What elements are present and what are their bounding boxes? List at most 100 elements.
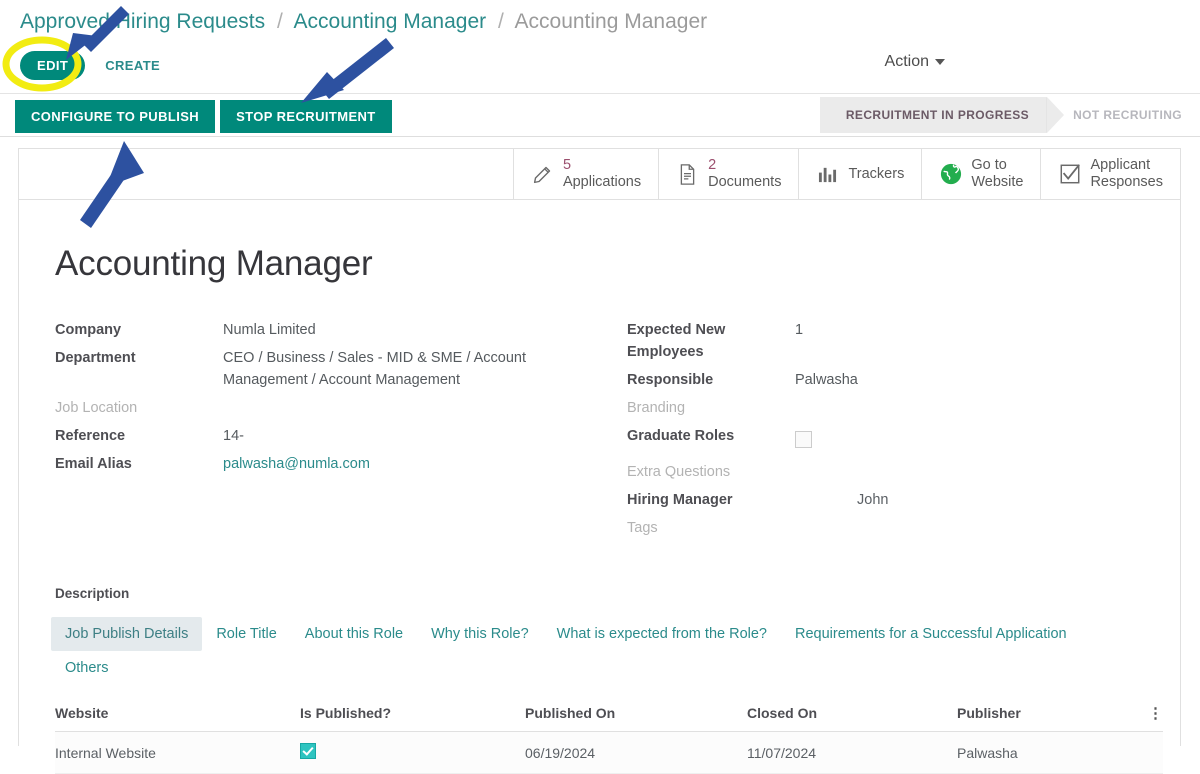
stat-button-label: Applications (562, 174, 642, 190)
column-header-closed-on[interactable]: Closed On (747, 697, 957, 732)
field-extra-questions: Extra Questions (627, 458, 1147, 486)
pencil-icon (531, 163, 554, 186)
field-reference: Reference 14- (55, 422, 627, 450)
description-tabs: Job Publish Details Role Title About thi… (51, 617, 1141, 685)
stat-button-text: 5 Applications (563, 157, 641, 191)
breadcrumb: Approved Hiring Requests / Accounting Ma… (20, 8, 707, 36)
stat-button-text: 2 Documents (708, 157, 781, 191)
breadcrumb-item-current: Accounting Manager (514, 10, 708, 33)
tab-role-title[interactable]: Role Title (202, 617, 290, 651)
breadcrumb-separator: / (276, 10, 283, 33)
action-dropdown[interactable]: Action (885, 53, 945, 71)
create-button[interactable]: CREATE (93, 51, 172, 80)
field-hiring-manager: Hiring Manager John (627, 486, 1147, 514)
field-expected-new-employees: Expected New Employees 1 (627, 316, 1147, 366)
field-label: Reference (55, 428, 126, 444)
edit-button[interactable]: EDIT (20, 50, 86, 80)
stat-button-label-line1: Applicant (1090, 157, 1151, 173)
stat-button-count: 5 (562, 157, 572, 173)
description-section-label: Description (55, 586, 130, 601)
record-command-row: EDIT CREATE (20, 50, 172, 80)
cell-is-published (300, 731, 525, 774)
tab-job-publish-details[interactable]: Job Publish Details (51, 617, 203, 651)
stat-button-count: 2 (708, 157, 717, 173)
status-stage-recruitment-in-progress[interactable]: RECRUITMENT IN PROGRESS (819, 97, 1065, 133)
field-branding: Branding (627, 394, 1147, 422)
page-title: Accounting Manager (55, 244, 373, 283)
stat-button-label-line2: Responses (1090, 174, 1163, 190)
field-tags: Tags (627, 514, 1147, 542)
tab-about-this-role[interactable]: About this Role (291, 617, 417, 651)
stat-button-label: Trackers (848, 165, 905, 182)
cell-options (1129, 731, 1163, 774)
stat-button-go-to-website[interactable]: Go to Website (921, 149, 1041, 199)
action-dropdown-label: Action (884, 53, 929, 70)
stat-button-applicant-responses[interactable]: Applicant Responses (1040, 149, 1180, 199)
field-department: Department CEO / Business / Sales - MID … (55, 344, 627, 394)
stat-button-text: Applicant Responses (1090, 157, 1163, 191)
document-icon (676, 163, 699, 186)
bar-chart-icon (816, 163, 839, 186)
field-value[interactable]: 14- (223, 422, 244, 450)
table-header-row: Website Is Published? Published On Close… (55, 697, 1163, 732)
field-value[interactable]: Numla Limited (223, 316, 316, 344)
column-options-header: ⋮ (1129, 697, 1163, 732)
table-row[interactable]: Internal Website 06/19/2024 11/07/2024 P… (55, 731, 1163, 774)
field-value[interactable]: palwasha@numla.com (223, 450, 370, 478)
form-column-left: Company Numla Limited Department CEO / B… (55, 316, 627, 542)
status-stage-label: RECRUITMENT IN PROGRESS (845, 108, 1030, 122)
status-pipeline: RECRUITMENT IN PROGRESS NOT RECRUITING (819, 97, 1200, 133)
vertical-dots-icon[interactable]: ⋮ (1148, 706, 1163, 721)
field-label: Expected New Employees (627, 322, 726, 360)
breadcrumb-separator: / (497, 10, 504, 33)
stat-button-trackers[interactable]: Trackers (798, 149, 922, 199)
column-header-website[interactable]: Website (55, 697, 300, 732)
stat-button-applications[interactable]: 5 Applications (512, 149, 659, 199)
field-label: Graduate Roles (627, 428, 735, 444)
record-sheet: 5 Applications 2 Documents Trackers Go t… (18, 148, 1181, 774)
cell-closed-on: 11/07/2024 (747, 731, 957, 774)
hiring-manager-tag[interactable]: John (795, 486, 888, 514)
stat-button-label-line1: Go to (971, 157, 1007, 173)
column-header-is-published[interactable]: Is Published? (300, 697, 525, 732)
field-value[interactable]: Palwasha (795, 366, 858, 394)
graduate-roles-checkbox[interactable] (795, 431, 812, 448)
column-header-published-on[interactable]: Published On (525, 697, 747, 732)
tab-requirements[interactable]: Requirements for a Successful Applicatio… (781, 617, 1081, 651)
field-label: Branding (627, 400, 686, 416)
checkbox-check-icon (1058, 163, 1081, 186)
tab-what-is-expected[interactable]: What is expected from the Role? (543, 617, 781, 651)
stat-button-documents[interactable]: 2 Documents (658, 149, 799, 199)
field-label: Email Alias (55, 456, 132, 472)
tab-why-this-role[interactable]: Why this Role? (417, 617, 543, 651)
field-label: Tags (627, 520, 658, 536)
stop-recruitment-button[interactable]: STOP RECRUITMENT (220, 100, 392, 133)
field-company: Company Numla Limited (55, 316, 627, 344)
breadcrumb-item-1[interactable]: Accounting Manager (294, 10, 487, 33)
field-value[interactable]: CEO / Business / Sales - MID & SME / Acc… (223, 344, 563, 394)
stat-button-bar: 5 Applications 2 Documents Trackers Go t… (19, 149, 1180, 200)
column-header-publisher[interactable]: Publisher (957, 697, 1129, 732)
stat-button-label: Documents (708, 174, 782, 190)
stat-button-text: Go to Website (971, 157, 1023, 191)
cell-published-on: 06/19/2024 (525, 731, 747, 774)
form-column-right: Expected New Employees 1 Responsible Pal… (627, 316, 1147, 542)
chevron-down-icon (935, 58, 945, 65)
field-label: Company (55, 322, 122, 338)
field-label: Hiring Manager (627, 492, 733, 508)
record-form: Company Numla Limited Department CEO / B… (55, 316, 1180, 542)
field-label: Extra Questions (627, 464, 731, 480)
publish-details-table: Website Is Published? Published On Close… (55, 697, 1163, 774)
is-published-checkbox[interactable] (300, 743, 316, 759)
field-graduate-roles: Graduate Roles (627, 422, 1147, 458)
field-value[interactable]: 1 (795, 316, 803, 344)
status-stage-not-recruiting[interactable]: NOT RECRUITING (1046, 97, 1200, 133)
field-label: Job Location (55, 400, 138, 416)
tab-others[interactable]: Others (51, 651, 123, 685)
breadcrumb-item-0[interactable]: Approved Hiring Requests (20, 10, 265, 33)
field-label: Department (55, 350, 136, 366)
record-page: Approved Hiring Requests / Accounting Ma… (0, 0, 1200, 774)
stat-button-label-line2: Website (971, 174, 1024, 190)
status-stage-label: NOT RECRUITING (1073, 108, 1182, 122)
configure-to-publish-button[interactable]: CONFIGURE TO PUBLISH (15, 100, 216, 133)
